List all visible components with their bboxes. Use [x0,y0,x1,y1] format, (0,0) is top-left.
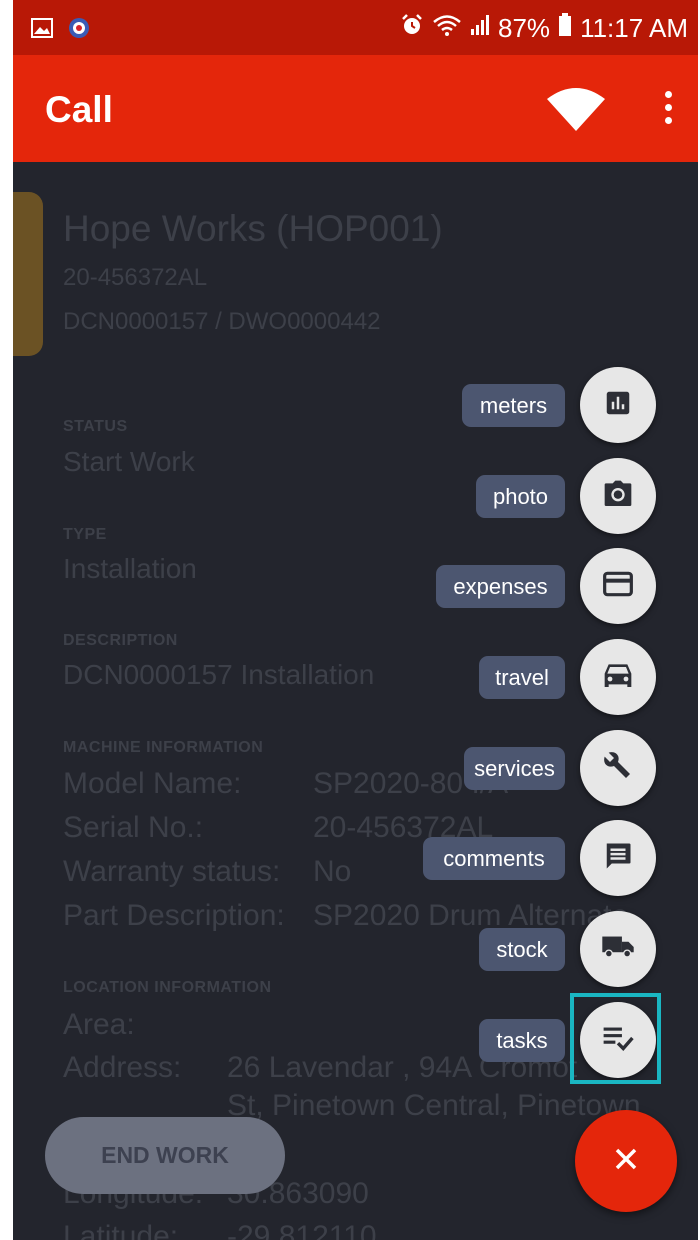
tasks-label[interactable]: tasks [479,1019,565,1062]
comments-button[interactable] [580,820,656,896]
camera-icon [602,479,634,514]
wifi-icon[interactable] [545,85,607,138]
travel-label[interactable]: travel [479,656,565,699]
notification-icon [67,16,91,45]
expenses-button[interactable] [580,548,656,624]
latitude-value: -29.812110 [227,1220,377,1240]
speed-dial-comments[interactable]: comments [13,820,698,900]
services-button[interactable] [580,730,656,806]
alarm-icon [400,13,424,44]
speed-dial-travel[interactable]: travel [13,639,698,719]
address-line-2: St, Pinetown Central, Pinetown [227,1089,641,1122]
speed-dial-services[interactable]: services [13,730,698,810]
meters-label[interactable]: meters [462,384,565,427]
clock: 11:17 AM [580,13,688,43]
speed-dial-expenses[interactable]: expenses [13,548,698,628]
more-vert-icon[interactable] [653,91,683,131]
bar-chart-icon [603,388,633,423]
wifi-signal-icon [432,13,462,44]
close-speed-dial-button[interactable] [575,1110,677,1212]
comment-icon [603,841,633,876]
stock-label[interactable]: stock [479,928,565,971]
travel-button[interactable] [580,639,656,715]
stock-button[interactable] [580,911,656,987]
phone-screen: 87% 11:17 AM Call Hope Works (HOP001) 20… [13,0,698,1240]
credit-card-icon [602,570,634,603]
truck-icon [601,933,635,966]
speed-dial-photo[interactable]: photo [13,458,698,538]
latitude-key: Latitude: [63,1220,179,1240]
end-work-button[interactable]: END WORK [45,1117,285,1194]
app-bar: Call [13,55,698,162]
photo-button[interactable] [580,458,656,534]
battery-percent: 87% [498,13,551,43]
meters-button[interactable] [580,367,656,443]
customer-name: Hope Works (HOP001) [63,208,443,249]
car-icon [602,660,634,695]
expenses-label[interactable]: expenses [436,565,565,608]
priority-tab [13,192,43,356]
wrench-icon [602,750,634,787]
call-serial: 20-456372AL [63,264,208,291]
close-icon [614,1147,638,1176]
page-title: Call [45,89,113,130]
cell-signal-icon [470,13,490,44]
photo-label[interactable]: photo [476,475,565,518]
battery-icon [558,13,572,44]
image-icon [31,18,53,43]
speed-dial-stock[interactable]: stock [13,911,698,991]
status-bar: 87% 11:17 AM [13,0,698,55]
comments-label[interactable]: comments [423,837,565,880]
call-refs: DCN0000157 / DWO0000442 [63,308,381,335]
tasks-highlight-box [570,993,661,1084]
speed-dial-meters[interactable]: meters [13,367,698,447]
services-label[interactable]: services [464,747,565,790]
